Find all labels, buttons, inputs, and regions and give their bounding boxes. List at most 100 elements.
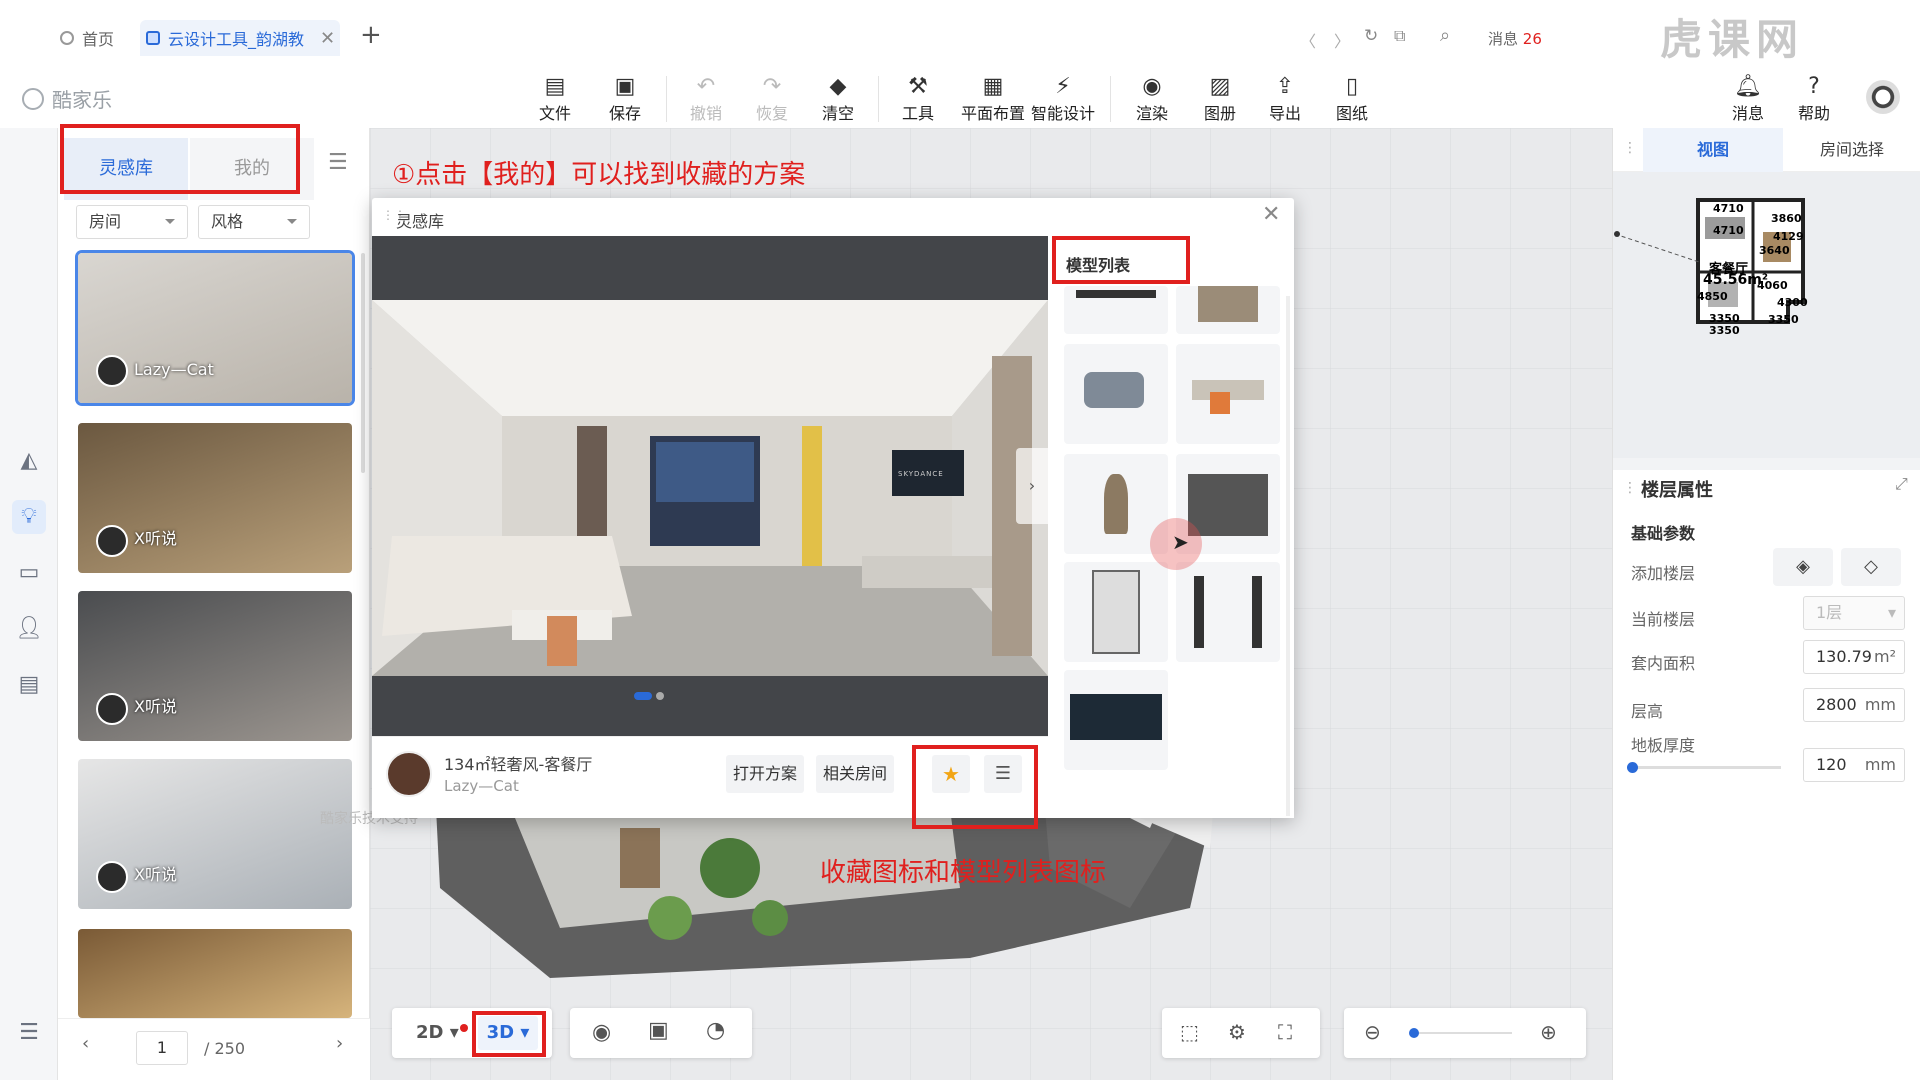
menu-icon[interactable]: ☰	[328, 150, 348, 175]
carousel-next-button[interactable]: ›	[1016, 448, 1048, 524]
redo-icon: ↷	[762, 74, 782, 99]
dim-label: 4300	[1777, 296, 1808, 309]
slider-handle[interactable]	[1627, 762, 1638, 773]
inspiration-modal: ⋮⋮ 灵感库 ✕ SKYDANCE › 模型列表 ➤ 134㎡轻奢风-客餐厅 L…	[372, 198, 1294, 829]
user-icon[interactable]: 👤︎	[12, 612, 46, 646]
toolbar-save-button[interactable]: ▣ 保存	[595, 74, 655, 124]
current-floor-value: 1层	[1816, 603, 1843, 622]
room-render-image	[372, 300, 1048, 676]
eye-icon[interactable]: ◉	[592, 1020, 611, 1045]
model-item[interactable]	[1064, 344, 1168, 444]
toolbar-messages-button[interactable]: 🔔︎ 消息	[1718, 74, 1778, 124]
toolbar-album-button[interactable]: ▨ 图册	[1190, 74, 1250, 124]
search-icon[interactable]: ⌕	[1440, 25, 1450, 46]
room-filter[interactable]: 房间	[76, 205, 188, 239]
model-item[interactable]	[1176, 286, 1280, 334]
design-card[interactable]: Lazy—Cat	[78, 253, 352, 403]
toolbar-redo-button[interactable]: ↷ 恢复	[742, 74, 802, 124]
design-card[interactable]	[78, 929, 352, 1018]
toolbar-drawing-button[interactable]: ▯ 图纸	[1322, 74, 1382, 124]
view-2d-button[interactable]: 2D ▾	[416, 1022, 459, 1043]
new-tab-button[interactable]: +	[360, 20, 382, 50]
settings-panel-icon[interactable]: ☰	[12, 1016, 46, 1050]
carousel-dot[interactable]	[656, 692, 664, 700]
tab-design-tool[interactable]: 云设计工具_韵湖教 ✕	[140, 20, 340, 56]
dim-label: 4710	[1713, 202, 1744, 215]
zoom-controls: ⊖ ⊕	[1344, 1008, 1586, 1058]
prev-page-icon[interactable]: ‹	[82, 1033, 89, 1054]
minimap[interactable]: 4710 4710 3860 3640 4129 4060 3350 3350 …	[1613, 172, 1920, 458]
save-icon: ▣	[614, 74, 636, 99]
dim-label: 4710	[1713, 224, 1744, 237]
fit-view-icon[interactable]: ⬚	[1180, 1020, 1199, 1044]
carousel-dot-active[interactable]	[634, 692, 652, 700]
toolbar-export-button[interactable]: ⇪ 导出	[1255, 74, 1315, 124]
tab-design-tool-label: 云设计工具_韵湖教	[168, 30, 305, 49]
zoom-slider[interactable]	[1409, 1028, 1512, 1038]
refresh-icon[interactable]: ↻	[1364, 26, 1378, 46]
model-item[interactable]	[1176, 562, 1280, 662]
zoom-slider-handle[interactable]	[1409, 1028, 1419, 1038]
tab-home[interactable]: 首页	[60, 20, 114, 56]
toolbar-divider	[878, 76, 879, 122]
toolbar-smart-design-button[interactable]: ⚡ 智能设计	[1022, 74, 1104, 124]
render-preview[interactable]: SKYDANCE ›	[372, 236, 1048, 736]
floor-thickness-slider[interactable]	[1627, 762, 1781, 773]
model-thumb	[1104, 474, 1128, 534]
add-floor-below-button[interactable]: ◇	[1841, 548, 1901, 586]
toolbar-undo-button[interactable]: ↶ 撤销	[676, 74, 736, 124]
floor-height-field[interactable]: 2800 mm	[1803, 688, 1905, 722]
page-input[interactable]: 1	[136, 1031, 188, 1065]
design-card[interactable]: X听说	[78, 423, 352, 573]
current-floor-select[interactable]: 1层 ▾	[1803, 596, 1905, 630]
expand-icon[interactable]: ⤢	[1895, 474, 1908, 494]
next-page-icon[interactable]: ›	[336, 1033, 343, 1054]
model-item[interactable]	[1176, 344, 1280, 444]
zoom-out-icon[interactable]: ⊖	[1364, 1020, 1381, 1044]
camera-settings-icon[interactable]: ⚙	[1228, 1020, 1246, 1044]
scrollbar[interactable]	[361, 253, 365, 473]
scrollbar[interactable]	[1286, 296, 1290, 816]
cabinet-icon[interactable]: ▤	[12, 668, 46, 702]
copy-icon[interactable]: ⧉	[1394, 26, 1405, 46]
model-item[interactable]	[1064, 562, 1168, 662]
model-item[interactable]	[1064, 670, 1168, 770]
tab-room-select[interactable]: 房间选择	[1783, 128, 1920, 172]
toolbar-tools-button[interactable]: ⚒ 工具	[888, 74, 948, 124]
file-icon: ▤	[544, 74, 566, 99]
floor-thickness-field[interactable]: 120 mm	[1803, 748, 1905, 782]
zoom-in-icon[interactable]: ⊕	[1540, 1020, 1557, 1044]
close-icon[interactable]: ✕	[1262, 202, 1280, 227]
gauge-icon[interactable]: ◔	[706, 1018, 725, 1043]
toolbar-file-button[interactable]: ▤ 文件	[525, 74, 585, 124]
related-rooms-button[interactable]: 相关房间	[816, 755, 894, 793]
design-card[interactable]: X听说	[78, 759, 352, 909]
highlight-box-favorite	[912, 745, 1038, 829]
cube-icon[interactable]: ▣	[648, 1018, 669, 1043]
messages-link[interactable]: 消息 26	[1488, 28, 1542, 49]
toolbar-help-button[interactable]: ? 帮助	[1784, 74, 1844, 124]
add-floor-above-button[interactable]: ◈	[1773, 548, 1833, 586]
app-logo[interactable]: 酷家乐	[22, 84, 112, 113]
toolbar-render-button[interactable]: ◉ 渲染	[1122, 74, 1182, 124]
style-filter[interactable]: 风格	[198, 205, 310, 239]
structure-icon[interactable]: ◭	[12, 444, 46, 478]
design-card[interactable]: X听说	[78, 591, 352, 741]
model-thumb	[1252, 576, 1262, 648]
back-icon[interactable]: 〈	[1300, 28, 1316, 52]
forward-icon[interactable]: 〉	[1334, 28, 1350, 52]
sofa-icon[interactable]: ▭	[12, 556, 46, 590]
open-design-button[interactable]: 打开方案	[726, 755, 804, 793]
toolbar-clear-button[interactable]: ◆ 清空	[808, 74, 868, 124]
author-avatar[interactable]	[386, 751, 432, 797]
model-item[interactable]	[1064, 286, 1168, 334]
view-mode-switcher: 2D ▾ 3D ▾	[392, 1008, 552, 1058]
close-tab-icon[interactable]: ✕	[320, 28, 335, 49]
tab-view[interactable]: 视图	[1643, 128, 1783, 172]
inner-area-field[interactable]: 130.79 m²	[1803, 640, 1905, 674]
inspiration-icon[interactable]: 💡︎	[12, 500, 46, 534]
avatar[interactable]	[1866, 80, 1900, 114]
add-floor-label: 添加楼层	[1631, 564, 1696, 583]
main-toolbar: 酷家乐 ▤ 文件 ▣ 保存 ↶ 撤销 ↷ 恢复 ◆ 清空 ⚒ 工具 ▦ 平面布置 ⚡ 智能设计 …	[0, 64, 1920, 128]
focus-icon[interactable]: ⛶	[1278, 1020, 1292, 1044]
